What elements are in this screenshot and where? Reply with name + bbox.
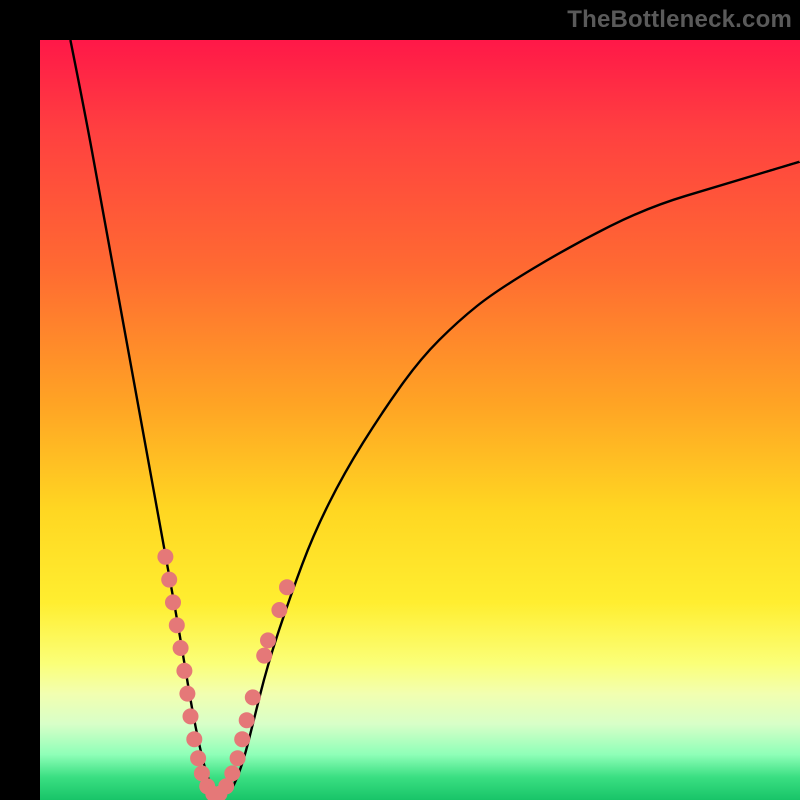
data-marker [239,712,255,728]
bottleneck-curve [70,40,800,792]
data-marker [245,689,261,705]
data-marker [260,632,276,648]
data-marker [179,686,195,702]
data-marker [161,572,177,588]
marker-layer [157,549,295,800]
data-marker [186,731,202,747]
curve-layer [70,40,800,792]
bottleneck-curve-svg [40,40,800,800]
data-marker [224,765,240,781]
data-marker [256,648,272,664]
data-marker [165,594,181,610]
data-marker [176,663,192,679]
data-marker [169,617,185,633]
data-marker [157,549,173,565]
data-marker [279,579,295,595]
plot-area [40,40,800,800]
data-marker [173,640,189,656]
data-marker [230,750,246,766]
watermark-text: TheBottleneck.com [567,6,792,34]
data-marker [234,731,250,747]
data-marker [271,602,287,618]
chart-frame: TheBottleneck.com [0,0,800,800]
data-marker [190,750,206,766]
data-marker [183,708,199,724]
